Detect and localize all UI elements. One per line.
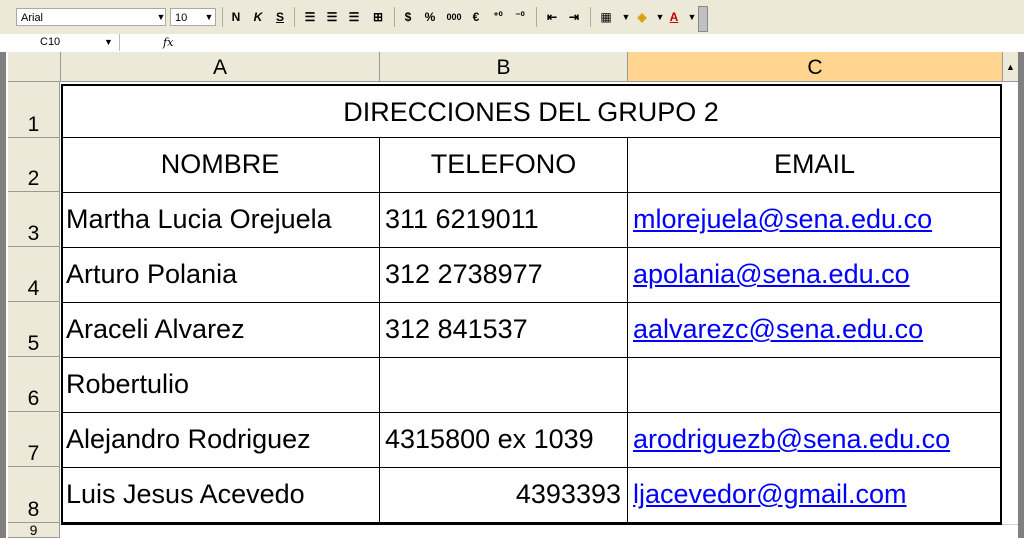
table-row-name[interactable]: Araceli Alvarez (61, 303, 380, 358)
row-header-5[interactable]: 5 (8, 302, 60, 357)
decrease-indent-icon[interactable]: ⇤ (542, 8, 562, 26)
table-row-phone[interactable]: 312 841537 (380, 303, 628, 358)
row-header-7[interactable]: 7 (8, 412, 60, 467)
table-row-name[interactable]: Luis Jesus Acevedo (61, 468, 380, 523)
align-right-icon[interactable]: ☰ (344, 8, 364, 26)
column-header-a[interactable]: A (61, 52, 380, 82)
row-header-1[interactable]: 1 (8, 82, 60, 138)
column-header-b[interactable]: B (380, 52, 628, 82)
table-row-email-link[interactable]: mlorejuela@sena.edu.co (628, 193, 1002, 248)
formula-bar: C10 ▼ fx (0, 34, 1024, 53)
align-left-icon[interactable]: ☰ (300, 8, 320, 26)
table-row-name[interactable]: Arturo Polania (61, 248, 380, 303)
row-header-6[interactable]: 6 (8, 357, 60, 412)
table-row-phone[interactable]: 4315800 ex 1039 (380, 413, 628, 468)
underline-button[interactable]: S (270, 8, 290, 26)
name-box[interactable]: C10 (0, 34, 120, 51)
increase-decimal-icon[interactable]: ⁺⁰ (488, 8, 508, 26)
fx-icon[interactable]: fx (163, 34, 173, 51)
worksheet-grid: A B C ▲ 1 2 3 4 5 6 7 8 9 DIRECCIONES DE… (0, 52, 1024, 538)
formula-input[interactable] (185, 34, 1015, 51)
row-header-2[interactable]: 2 (8, 138, 60, 192)
name-box-dropdown-icon[interactable]: ▼ (104, 34, 113, 51)
table-row-phone[interactable]: 312 2738977 (380, 248, 628, 303)
bold-button[interactable]: N (226, 8, 246, 26)
row-header-3[interactable]: 3 (8, 192, 60, 247)
thousands-button[interactable]: 000 (444, 8, 464, 26)
table-row-phone[interactable]: 4393393 (380, 468, 628, 523)
decrease-decimal-icon[interactable]: ⁻⁰ (510, 8, 530, 26)
table-row-email-link[interactable]: apolania@sena.edu.co (628, 248, 1002, 303)
table-row-phone[interactable]: 311 6219011 (380, 193, 628, 248)
increase-indent-icon[interactable]: ⇥ (564, 8, 584, 26)
header-email[interactable]: EMAIL (628, 138, 1002, 193)
column-header-c[interactable]: C (628, 52, 1003, 82)
select-all-corner[interactable] (8, 52, 61, 82)
window-edge (1018, 52, 1024, 538)
sheet-title-cell[interactable]: DIRECCIONES DEL GRUPO 2 (61, 84, 1002, 138)
column-header-d-partial[interactable]: ▲ (1003, 52, 1019, 82)
row-header-4[interactable]: 4 (8, 247, 60, 302)
align-center-icon[interactable]: ☰ (322, 8, 342, 26)
formatting-toolbar: Arial ▼ 10 ▼ N K S ☰ ☰ ☰ ⊞ $ % 000 € ⁺⁰ … (0, 0, 1024, 35)
table-row-email-link[interactable]: ljacevedor@gmail.com (628, 468, 1002, 523)
header-telefono[interactable]: TELEFONO (380, 138, 628, 193)
merge-center-icon[interactable]: ⊞ (368, 8, 388, 26)
font-name-select[interactable]: Arial (16, 8, 166, 26)
table-row-name[interactable]: Martha Lucia Orejuela (61, 193, 380, 248)
font-name-dropdown-icon[interactable]: ▼ (154, 8, 168, 26)
toolbar-options-handle[interactable] (698, 6, 708, 32)
borders-icon[interactable]: ▦ (596, 8, 616, 26)
row-header-9[interactable]: 9 (8, 523, 60, 538)
table-row-name[interactable]: Alejandro Rodriguez (61, 413, 380, 468)
font-color-button[interactable]: A (664, 8, 684, 26)
italic-button[interactable]: K (248, 8, 268, 26)
table-row-email-link[interactable]: aalvarezc@sena.edu.co (628, 303, 1002, 358)
currency-button[interactable]: $ (398, 8, 418, 26)
row-header-8[interactable]: 8 (8, 467, 60, 523)
euro-button[interactable]: € (466, 8, 486, 26)
table-row-email-link[interactable]: arodriguezb@sena.edu.co (628, 413, 1002, 468)
table-row-phone[interactable] (380, 358, 628, 413)
percent-button[interactable]: % (420, 8, 440, 26)
header-nombre[interactable]: NOMBRE (61, 138, 380, 193)
font-size-dropdown-icon[interactable]: ▼ (202, 8, 216, 26)
fill-color-icon[interactable]: ◈ (632, 8, 652, 26)
table-row-email-link[interactable] (628, 358, 1002, 413)
table-row-name[interactable]: Robertulio (61, 358, 380, 413)
